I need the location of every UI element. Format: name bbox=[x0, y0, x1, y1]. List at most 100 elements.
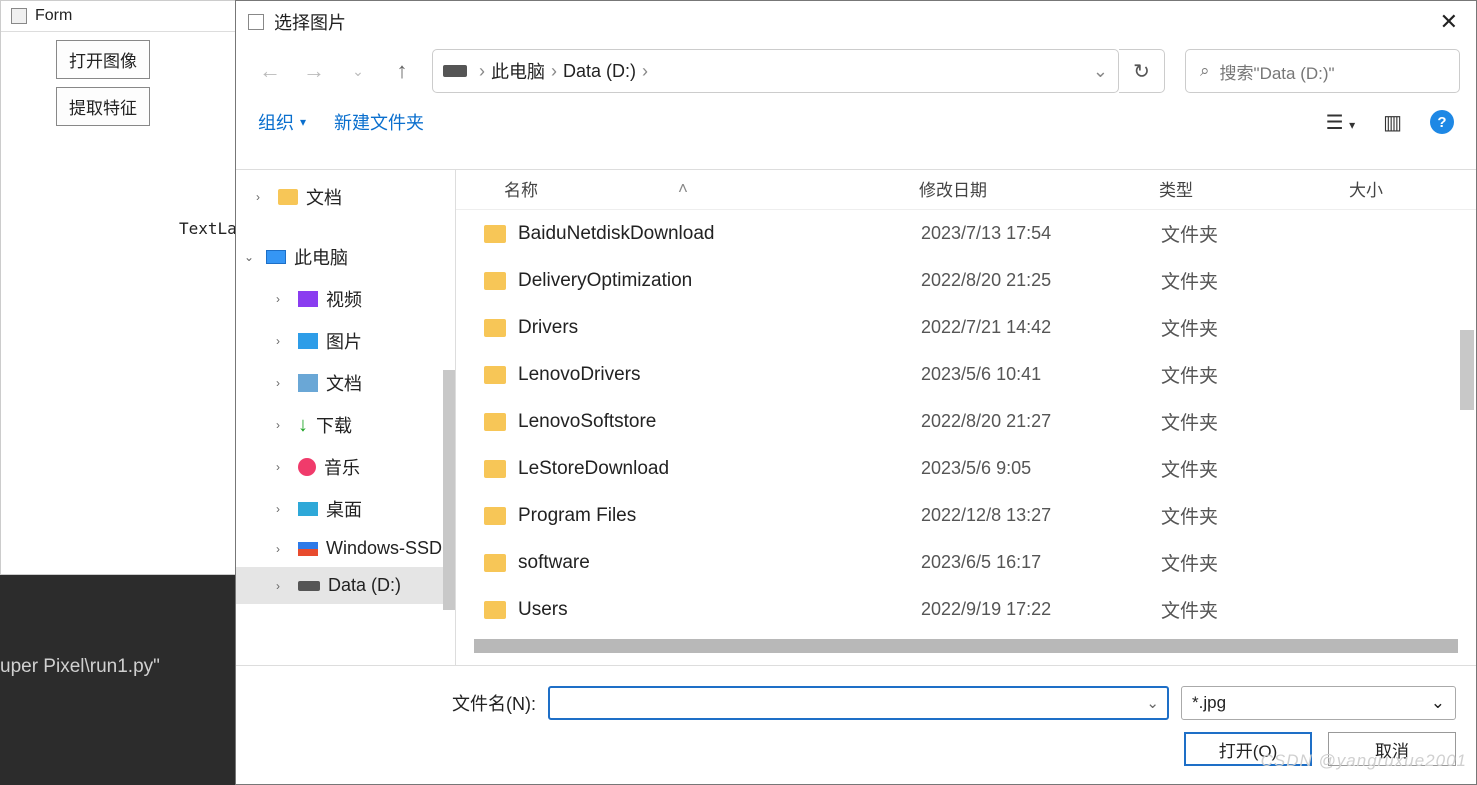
file-row[interactable]: LenovoDrivers2023/5/6 10:41文件夹 bbox=[456, 351, 1476, 398]
images-icon bbox=[298, 333, 318, 349]
column-headers[interactable]: 名称 ˄ 修改日期 类型 大小 bbox=[456, 170, 1476, 210]
dialog-title-bar: 选择图片 ✕ bbox=[236, 1, 1476, 43]
bg-window-title: Form bbox=[35, 7, 72, 25]
desktop-icon bbox=[298, 502, 318, 516]
file-row[interactable]: Users2022/9/19 17:22文件夹 bbox=[456, 586, 1476, 633]
file-name: DeliveryOptimization bbox=[518, 270, 921, 292]
tree-this-pc[interactable]: ⌄此电脑 bbox=[236, 236, 455, 278]
folder-icon bbox=[484, 507, 506, 525]
col-date[interactable]: 修改日期 bbox=[919, 176, 1159, 201]
file-rows: BaiduNetdiskDownload2023/7/13 17:54文件夹De… bbox=[456, 210, 1476, 633]
file-row[interactable]: software2023/6/5 16:17文件夹 bbox=[456, 539, 1476, 586]
download-icon: ↓ bbox=[298, 414, 308, 437]
file-row[interactable]: LenovoSoftstore2022/8/20 21:27文件夹 bbox=[456, 398, 1476, 445]
file-row[interactable]: Program Files2022/12/8 13:27文件夹 bbox=[456, 492, 1476, 539]
search-placeholder: 搜索"Data (D:)" bbox=[1220, 59, 1335, 84]
recent-dropdown[interactable]: ⌄ bbox=[340, 53, 376, 89]
view-list-icon[interactable]: ☰ ▾ bbox=[1326, 110, 1356, 135]
file-name: BaiduNetdiskDownload bbox=[518, 223, 921, 245]
drive-icon bbox=[443, 65, 467, 77]
tree-video[interactable]: ›视频 bbox=[236, 278, 455, 320]
filename-label: 文件名(N): bbox=[256, 690, 536, 716]
pc-icon bbox=[266, 250, 286, 264]
file-name: LenovoSoftstore bbox=[518, 411, 921, 433]
folder-icon bbox=[484, 366, 506, 384]
dialog-body: ›文档 ⌄此电脑 ›视频 ›图片 ›文档 ›↓下载 ›音乐 ›桌面 ›Windo… bbox=[236, 169, 1476, 666]
file-date: 2022/9/19 17:22 bbox=[921, 599, 1161, 620]
folder-icon bbox=[484, 413, 506, 431]
folder-icon bbox=[484, 319, 506, 337]
file-type: 文件夹 bbox=[1161, 314, 1351, 341]
tree-images[interactable]: ›图片 bbox=[236, 320, 455, 362]
tree-documents[interactable]: ›文档 bbox=[236, 362, 455, 404]
search-input[interactable]: ⌕ 搜索"Data (D:)" bbox=[1185, 49, 1460, 93]
horizontal-scrollbar[interactable] bbox=[474, 639, 1458, 653]
folder-icon bbox=[484, 601, 506, 619]
help-icon[interactable]: ? bbox=[1430, 110, 1454, 134]
file-open-dialog: 选择图片 ✕ ← → ⌄ ↑ › 此电脑 › Data (D:) › ⌄ ↻ ⌕… bbox=[235, 0, 1477, 785]
file-name: Users bbox=[518, 599, 921, 621]
open-button[interactable]: 打开(O) bbox=[1184, 732, 1312, 766]
tree-scrollbar[interactable] bbox=[443, 370, 455, 610]
breadcrumb-pc[interactable]: 此电脑 bbox=[491, 58, 545, 84]
vertical-scrollbar[interactable] bbox=[1460, 330, 1474, 410]
text-label: TextLa bbox=[179, 219, 237, 238]
file-type: 文件夹 bbox=[1161, 408, 1351, 435]
drive-icon bbox=[298, 581, 320, 591]
music-icon bbox=[298, 458, 316, 476]
file-name: LenovoDrivers bbox=[518, 364, 921, 386]
file-type: 文件夹 bbox=[1161, 502, 1351, 529]
chevron-down-icon[interactable]: ⌄ bbox=[1093, 61, 1108, 82]
chevron-right-icon[interactable]: › bbox=[479, 61, 485, 82]
col-name[interactable]: 名称 bbox=[504, 176, 538, 201]
folder-icon bbox=[484, 225, 506, 243]
breadcrumb-drive[interactable]: Data (D:) bbox=[563, 61, 636, 82]
folder-tree[interactable]: ›文档 ⌄此电脑 ›视频 ›图片 ›文档 ›↓下载 ›音乐 ›桌面 ›Windo… bbox=[236, 170, 456, 665]
back-button[interactable]: ← bbox=[252, 53, 288, 89]
file-date: 2022/8/20 21:25 bbox=[921, 270, 1161, 291]
file-type: 文件夹 bbox=[1161, 220, 1351, 247]
tree-downloads[interactable]: ›↓下载 bbox=[236, 404, 455, 446]
file-date: 2022/12/8 13:27 bbox=[921, 505, 1161, 526]
open-image-button[interactable]: 打开图像 bbox=[56, 40, 150, 79]
chevron-right-icon[interactable]: › bbox=[642, 61, 648, 82]
preview-pane-icon[interactable]: ▥ bbox=[1383, 110, 1402, 135]
tree-data-drive[interactable]: ›Data (D:) bbox=[236, 567, 455, 604]
terminal-line: uper Pixel\run1.py" bbox=[0, 656, 160, 677]
sort-asc-icon[interactable]: ˄ bbox=[678, 179, 688, 199]
up-button[interactable]: ↑ bbox=[384, 53, 420, 89]
chevron-down-icon[interactable]: ⌄ bbox=[1146, 694, 1159, 712]
cancel-button[interactable]: 取消 bbox=[1328, 732, 1456, 766]
forward-button[interactable]: → bbox=[296, 53, 332, 89]
tree-desktop[interactable]: ›桌面 bbox=[236, 488, 455, 530]
breadcrumb[interactable]: › 此电脑 › Data (D:) › ⌄ bbox=[432, 49, 1119, 93]
file-row[interactable]: Drivers2022/7/21 14:42文件夹 bbox=[456, 304, 1476, 351]
dialog-window-icon bbox=[248, 14, 264, 30]
file-row[interactable]: BaiduNetdiskDownload2023/7/13 17:54文件夹 bbox=[456, 210, 1476, 257]
close-icon[interactable]: ✕ bbox=[1434, 9, 1464, 35]
chevron-right-icon[interactable]: › bbox=[551, 61, 557, 82]
toolbar: 组织 ▾ 新建文件夹 ☰ ▾ ▥ ? bbox=[236, 99, 1476, 145]
tree-documents-top[interactable]: ›文档 bbox=[236, 176, 455, 218]
file-row[interactable]: LeStoreDownload2023/5/6 9:05文件夹 bbox=[456, 445, 1476, 492]
file-name: Drivers bbox=[518, 317, 921, 339]
organize-menu[interactable]: 组织 ▾ bbox=[258, 109, 306, 135]
dialog-bottom: 文件名(N): ⌄ *.jpg ⌄ 打开(O) 取消 bbox=[236, 674, 1476, 784]
col-size[interactable]: 大小 bbox=[1349, 176, 1383, 201]
terminal-panel: uper Pixel\run1.py" bbox=[0, 575, 235, 785]
file-type: 文件夹 bbox=[1161, 549, 1351, 576]
col-type[interactable]: 类型 bbox=[1159, 176, 1349, 201]
tree-music[interactable]: ›音乐 bbox=[236, 446, 455, 488]
file-date: 2023/7/13 17:54 bbox=[921, 223, 1161, 244]
documents-icon bbox=[298, 374, 318, 392]
tree-ssd[interactable]: ›Windows-SSD bbox=[236, 530, 455, 567]
nav-row: ← → ⌄ ↑ › 此电脑 › Data (D:) › ⌄ ↻ ⌕ 搜索"Dat… bbox=[236, 43, 1476, 99]
file-type-filter[interactable]: *.jpg ⌄ bbox=[1181, 686, 1456, 720]
new-folder-button[interactable]: 新建文件夹 bbox=[334, 109, 424, 135]
extract-features-button[interactable]: 提取特征 bbox=[56, 87, 150, 126]
file-name: LeStoreDownload bbox=[518, 458, 921, 480]
file-type: 文件夹 bbox=[1161, 455, 1351, 482]
file-row[interactable]: DeliveryOptimization2022/8/20 21:25文件夹 bbox=[456, 257, 1476, 304]
refresh-button[interactable]: ↻ bbox=[1119, 49, 1165, 93]
filename-input[interactable]: ⌄ bbox=[548, 686, 1169, 720]
